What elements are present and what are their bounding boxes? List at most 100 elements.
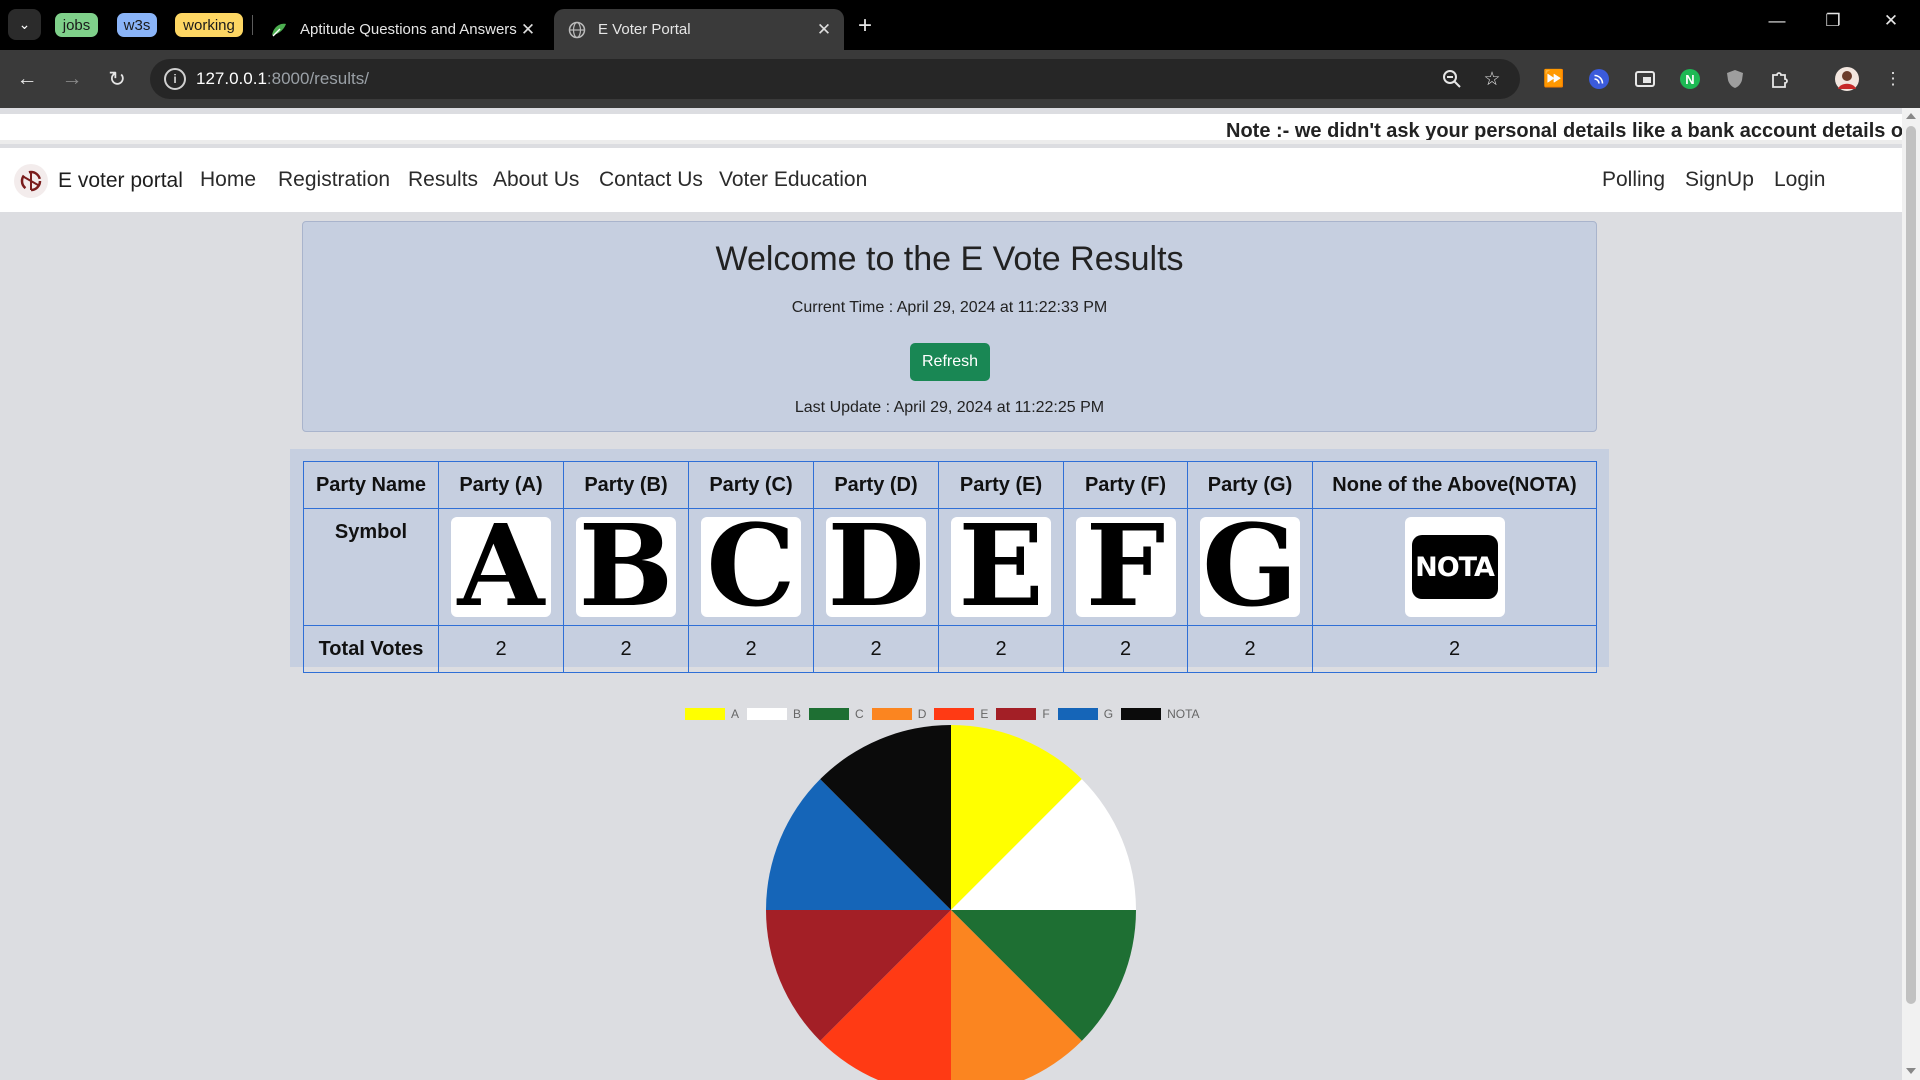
legend-swatch bbox=[871, 708, 912, 720]
close-icon[interactable]: ✕ bbox=[814, 20, 834, 40]
symbol-cell: E bbox=[938, 508, 1064, 626]
table-row: Symbol A B C D E F G NOTA bbox=[303, 501, 1597, 632]
close-icon[interactable]: ✕ bbox=[518, 20, 538, 40]
party-symbol-image: D bbox=[826, 501, 926, 632]
legend-label: A bbox=[731, 707, 740, 721]
n-extension-icon[interactable]: N bbox=[1677, 66, 1703, 92]
page-content: Note :- we didn't ask your personal deta… bbox=[0, 108, 1902, 1080]
vote-count-cell: 2 bbox=[938, 625, 1064, 673]
legend-label: NOTA bbox=[1167, 707, 1200, 721]
reload-icon[interactable]: ↻ bbox=[102, 64, 132, 94]
nav-link-registration[interactable]: Registration bbox=[278, 168, 390, 192]
symbol-cell: A bbox=[438, 508, 564, 626]
legend-item[interactable]: C bbox=[809, 707, 864, 721]
results-table-container: Party Name Party (A) Party (B) Party (C)… bbox=[290, 449, 1609, 673]
tab-title: Aptitude Questions and Answers bbox=[300, 21, 517, 38]
refresh-button[interactable]: Refresh bbox=[910, 343, 990, 381]
party-symbol-image: B bbox=[576, 511, 676, 623]
url-text[interactable]: 127.0.0.1:8000/results/ bbox=[196, 69, 369, 89]
tab-separator bbox=[252, 15, 253, 35]
legend-item[interactable]: A bbox=[685, 707, 739, 721]
zoom-icon[interactable] bbox=[1440, 67, 1464, 91]
legend-label: G bbox=[1103, 707, 1114, 721]
bookmark-star-icon[interactable]: ☆ bbox=[1480, 67, 1504, 91]
nav-link-results[interactable]: Results bbox=[408, 168, 478, 192]
tab-search-button[interactable]: ⌄ bbox=[8, 9, 41, 40]
tab-group-label: jobs bbox=[62, 16, 91, 34]
legend-item[interactable]: E bbox=[934, 707, 988, 721]
close-window-icon[interactable]: ✕ bbox=[1876, 11, 1906, 31]
puzzle-extensions-icon[interactable] bbox=[1767, 66, 1793, 92]
party-name-cell: None of the Above(NOTA) bbox=[1312, 461, 1597, 509]
nav-link-about-us[interactable]: About Us bbox=[493, 168, 579, 192]
legend-swatch bbox=[996, 708, 1037, 720]
party-symbol-image: A bbox=[451, 511, 551, 623]
tab-group-working[interactable]: working bbox=[175, 13, 243, 37]
rss-extension-icon[interactable] bbox=[1586, 66, 1612, 92]
tab-group-w3s[interactable]: w3s bbox=[117, 13, 157, 37]
legend-swatch bbox=[1057, 708, 1098, 720]
nav-link-signup[interactable]: SignUp bbox=[1685, 168, 1754, 192]
brand-logo-icon bbox=[14, 164, 48, 198]
forward-arrow-icon[interactable]: → bbox=[57, 64, 87, 94]
vote-count-cell: 2 bbox=[563, 625, 689, 673]
info-icon[interactable]: i bbox=[164, 68, 186, 90]
vote-count-cell: 2 bbox=[688, 625, 814, 673]
scroll-up-arrow-icon[interactable] bbox=[1906, 113, 1916, 119]
legend-swatch bbox=[934, 708, 975, 720]
legend-label: E bbox=[980, 707, 989, 721]
legend-label: B bbox=[793, 707, 802, 721]
restore-icon[interactable]: ❐ bbox=[1818, 11, 1848, 31]
tab-group-jobs[interactable]: jobs bbox=[55, 13, 98, 37]
legend-item[interactable]: G bbox=[1057, 707, 1114, 721]
shield-extension-icon[interactable] bbox=[1722, 66, 1748, 92]
nav-link-home[interactable]: Home bbox=[200, 168, 256, 192]
nav-link-login[interactable]: Login bbox=[1774, 168, 1825, 192]
party-symbol-image: E bbox=[951, 511, 1051, 623]
cast-extension-icon[interactable] bbox=[1632, 66, 1658, 92]
vote-count-cell: 2 bbox=[1063, 625, 1188, 673]
address-bar[interactable]: i 127.0.0.1:8000/results/ ☆ bbox=[150, 59, 1520, 99]
vote-count-cell: 2 bbox=[1312, 625, 1597, 673]
nav-link-contact-us[interactable]: Contact Us bbox=[599, 168, 703, 192]
party-symbol-image: C bbox=[701, 511, 801, 623]
header-symbol: Symbol bbox=[303, 508, 439, 626]
legend-item[interactable]: NOTA bbox=[1121, 707, 1200, 721]
notice-marquee: Note :- we didn't ask your personal deta… bbox=[0, 114, 1902, 144]
legend-item[interactable]: D bbox=[871, 707, 927, 721]
vote-count-cell: 2 bbox=[813, 625, 939, 673]
legend-item[interactable]: B bbox=[747, 707, 801, 721]
new-tab-plus-icon[interactable]: + bbox=[858, 12, 872, 40]
browser-menu-icon[interactable]: ⋮ bbox=[1880, 66, 1906, 92]
page-scrollbar[interactable] bbox=[1902, 108, 1920, 1080]
tab-group-label: working bbox=[183, 16, 235, 34]
tab-e-voter-portal[interactable]: E Voter Portal ✕ bbox=[554, 9, 844, 50]
top-navbar: E voter portal Home Registration Results… bbox=[0, 148, 1902, 212]
table-row: Total Votes 2 2 2 2 2 2 2 2 bbox=[303, 625, 1597, 673]
brand-link[interactable]: E voter portal bbox=[14, 164, 183, 198]
symbol-cell: G bbox=[1187, 508, 1313, 626]
fast-forward-extension-icon[interactable]: ⏩ bbox=[1541, 66, 1567, 92]
nav-link-voter-education[interactable]: Voter Education bbox=[719, 168, 867, 192]
nav-link-polling[interactable]: Polling bbox=[1602, 168, 1665, 192]
nota-label: NOTA bbox=[1411, 535, 1498, 599]
legend-label: D bbox=[917, 707, 927, 721]
legend-swatch bbox=[1121, 708, 1162, 720]
legend-item[interactable]: F bbox=[996, 707, 1050, 721]
profile-avatar[interactable] bbox=[1834, 66, 1860, 92]
party-symbol-image: F bbox=[1075, 511, 1176, 623]
back-arrow-icon[interactable]: ← bbox=[12, 64, 42, 94]
brand-name: E voter portal bbox=[58, 169, 183, 192]
leaf-favicon-icon bbox=[270, 21, 288, 39]
tab-aptitude[interactable]: Aptitude Questions and Answers ✕ bbox=[256, 9, 548, 50]
browser-tab-bar: ⌄ jobs w3s working Aptitude Questions an… bbox=[0, 0, 1920, 50]
scrollbar-thumb[interactable] bbox=[1906, 126, 1916, 1004]
symbol-cell: D bbox=[813, 501, 939, 632]
scroll-down-arrow-icon[interactable] bbox=[1906, 1068, 1916, 1074]
minimize-icon[interactable]: — bbox=[1762, 11, 1792, 31]
vote-count-cell: 2 bbox=[438, 625, 564, 673]
chevron-down-icon: ⌄ bbox=[18, 16, 31, 32]
chart-legend: A B C D E F G NOTA bbox=[685, 706, 1208, 722]
url-path: :8000/results/ bbox=[266, 69, 369, 88]
legend-swatch bbox=[809, 708, 850, 720]
